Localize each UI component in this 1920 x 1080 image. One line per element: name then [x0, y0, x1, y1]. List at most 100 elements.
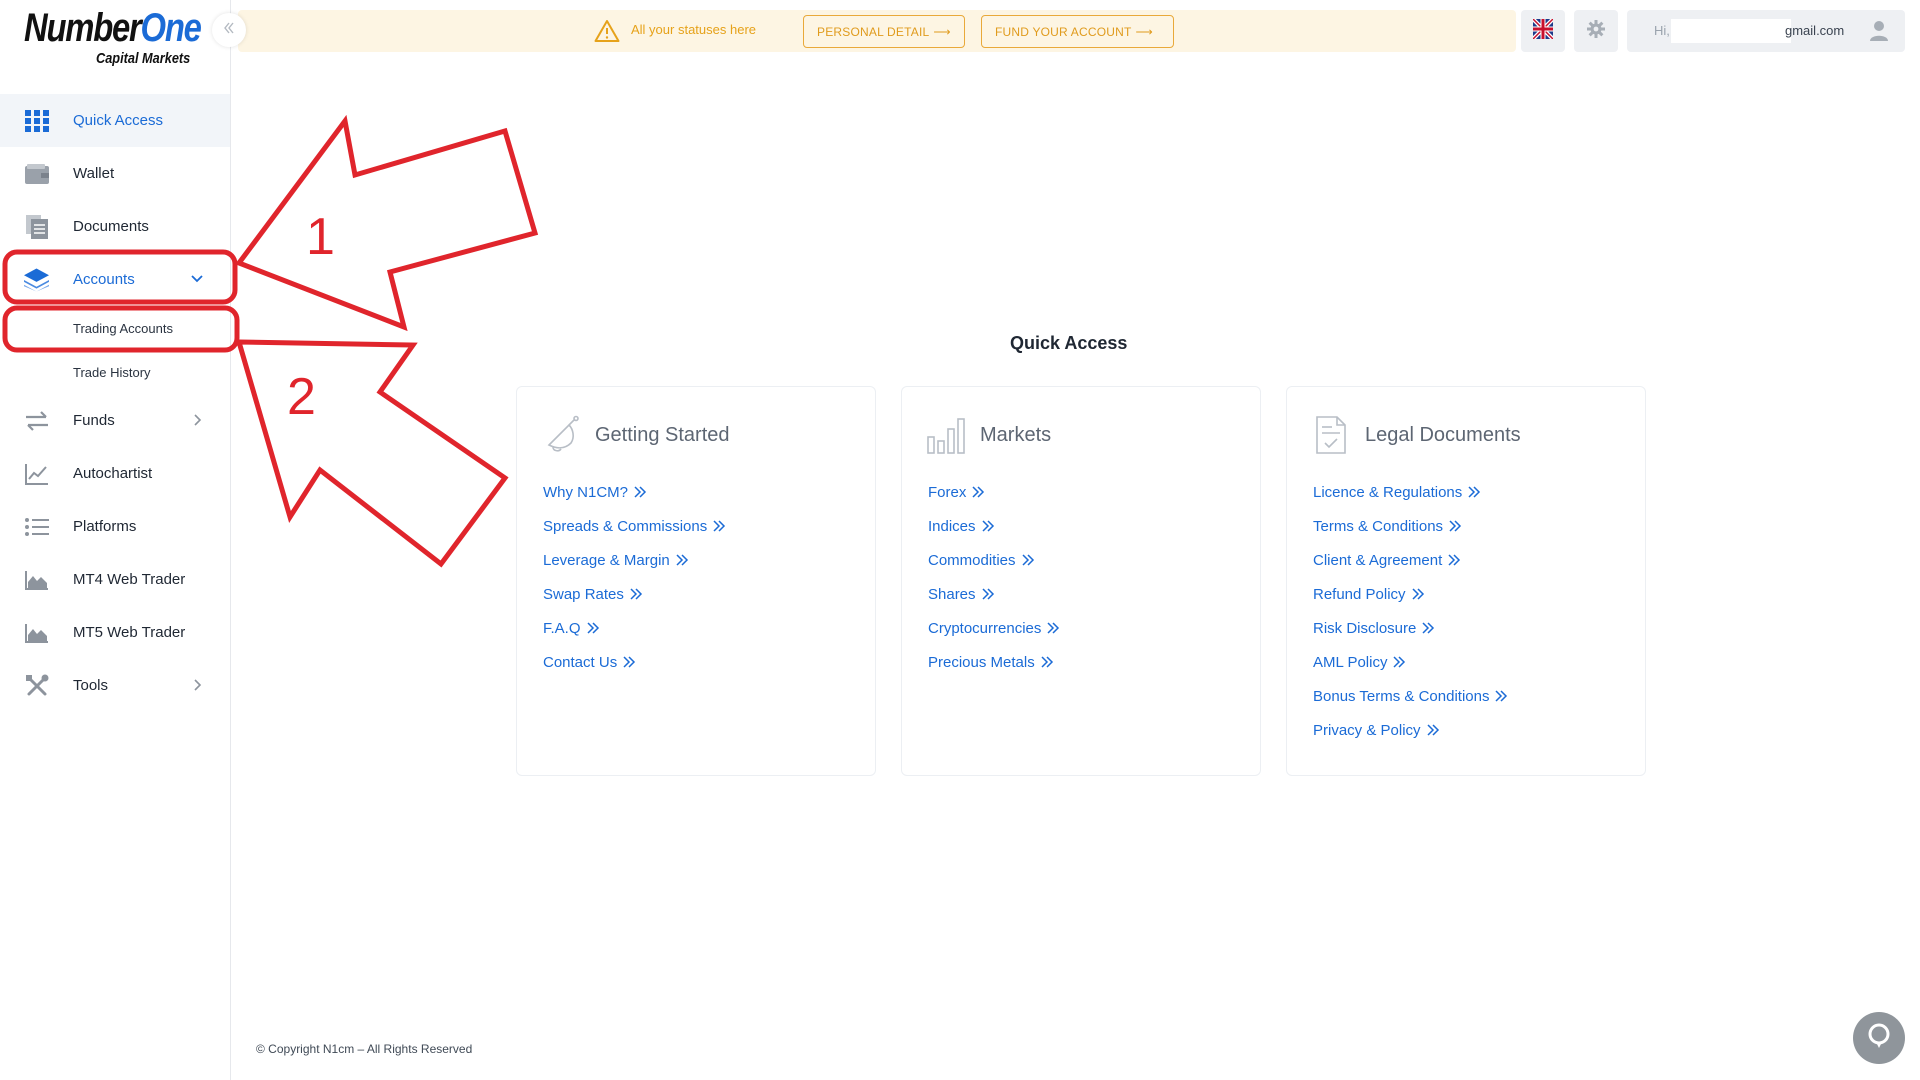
double-chevron-right-icon: [1426, 723, 1440, 737]
link-licence-regulations[interactable]: Licence & Regulations: [1313, 475, 1508, 509]
double-chevron-right-icon: [1494, 689, 1508, 703]
card-header: Getting Started: [541, 413, 730, 457]
link-terms-conditions[interactable]: Terms & Conditions: [1313, 509, 1508, 543]
link-privacy-policy[interactable]: Privacy & Policy: [1313, 713, 1508, 747]
sidebar-item-label: MT4 Web Trader: [73, 571, 186, 588]
link-spreads-commissions[interactable]: Spreads & Commissions: [543, 509, 726, 543]
chevron-right-icon: [190, 678, 204, 692]
sidebar-item-mt4-web-trader[interactable]: MT4 Web Trader: [0, 553, 230, 606]
gear-icon: [1587, 19, 1605, 43]
fund-account-button[interactable]: FUND YOUR ACCOUNT ⟶: [981, 15, 1174, 48]
sidebar-item-tools[interactable]: Tools: [0, 659, 230, 712]
sidebar-item-funds[interactable]: Funds: [0, 394, 230, 447]
link-faq[interactable]: F.A.Q: [543, 611, 726, 645]
sidebar-item-label: Tools: [73, 677, 109, 694]
chevron-right-icon: [190, 413, 204, 427]
area-chart-icon: [24, 567, 49, 592]
warning-icon: [594, 19, 620, 43]
logo-subtitle: Capital Markets: [96, 50, 191, 67]
chevron-down-icon: [190, 272, 204, 286]
card-title: Getting Started: [595, 423, 730, 446]
annotation-number-1: 1: [306, 208, 335, 266]
layers-icon: [24, 267, 49, 292]
double-chevron-right-icon: [981, 519, 995, 533]
arrow-2-shape: [235, 339, 509, 568]
link-refund-policy[interactable]: Refund Policy: [1313, 577, 1508, 611]
link-aml-policy[interactable]: AML Policy: [1313, 645, 1508, 679]
alert-text: All your statuses here: [631, 22, 757, 37]
sidebar-item-label: Autochartist: [73, 465, 153, 482]
link-cryptocurrencies[interactable]: Cryptocurrencies: [928, 611, 1060, 645]
link-bonus-terms[interactable]: Bonus Terms & Conditions: [1313, 679, 1508, 713]
chevrons-left-icon: [222, 21, 236, 40]
chart-line-icon: [24, 461, 49, 486]
double-chevron-right-icon: [1046, 621, 1060, 635]
link-indices[interactable]: Indices: [928, 509, 1060, 543]
double-chevron-right-icon: [1421, 621, 1435, 635]
footer-copyright: © Copyright N1cm – All Rights Reserved: [256, 1042, 473, 1056]
arrow-right-icon: ⟶: [1135, 24, 1153, 39]
sidebar-item-mt5-web-trader[interactable]: MT5 Web Trader: [0, 606, 230, 659]
link-shares[interactable]: Shares: [928, 577, 1060, 611]
double-chevron-right-icon: [971, 485, 985, 499]
page-title: Quick Access: [1010, 333, 1128, 353]
uk-flag-icon: [1531, 17, 1555, 44]
card-legal-documents: Legal Documents Licence & Regulations Te…: [1286, 386, 1646, 776]
link-swap-rates[interactable]: Swap Rates: [543, 577, 726, 611]
status-alert-bar: All your statuses here PERSONAL DETAIL ⟶ …: [238, 10, 1516, 52]
annotation-number-2: 2: [287, 368, 316, 426]
sidebar-item-label: MT5 Web Trader: [73, 624, 186, 641]
sidebar-item-wallet[interactable]: Wallet: [0, 147, 230, 200]
link-forex[interactable]: Forex: [928, 475, 1060, 509]
language-button[interactable]: [1521, 10, 1565, 52]
double-chevron-right-icon: [1411, 587, 1425, 601]
link-leverage-margin[interactable]: Leverage & Margin: [543, 543, 726, 577]
link-precious-metals[interactable]: Precious Metals: [928, 645, 1060, 679]
double-chevron-right-icon: [1021, 553, 1035, 567]
double-chevron-right-icon: [1392, 655, 1406, 669]
logo[interactable]: NumberOne Capital Markets: [24, 6, 202, 68]
link-client-agreement[interactable]: Client & Agreement: [1313, 543, 1508, 577]
chat-bubble-icon: [1866, 1022, 1892, 1055]
chat-button[interactable]: [1853, 1012, 1905, 1064]
link-contact-us[interactable]: Contact Us: [543, 645, 726, 679]
link-commodities[interactable]: Commodities: [928, 543, 1060, 577]
sidebar-collapse-button[interactable]: [212, 13, 246, 47]
logo-wordmark: NumberOne: [24, 6, 202, 50]
wallet-icon: [24, 161, 49, 186]
sidebar-item-label: Platforms: [73, 518, 137, 535]
settings-button[interactable]: [1574, 10, 1618, 52]
personal-detail-button[interactable]: PERSONAL DETAIL ⟶: [803, 15, 965, 48]
card-header: Legal Documents: [1311, 413, 1521, 457]
sidebar-subitem-trade-history[interactable]: Trade History: [0, 350, 230, 394]
user-menu[interactable]: Hi, gmail.com: [1627, 10, 1905, 52]
link-risk-disclosure[interactable]: Risk Disclosure: [1313, 611, 1508, 645]
sidebar-item-accounts[interactable]: Accounts: [0, 253, 230, 306]
card-header: Markets: [926, 413, 1051, 457]
user-greeting: Hi,: [1654, 23, 1670, 38]
card-title: Legal Documents: [1365, 423, 1521, 446]
transfer-icon: [24, 408, 49, 433]
sidebar-item-label: Documents: [73, 218, 149, 235]
card-links: Why N1CM? Spreads & Commissions Leverage…: [543, 475, 726, 679]
sidebar-item-label: Accounts: [73, 271, 135, 288]
sidebar-item-platforms[interactable]: Platforms: [0, 500, 230, 553]
sidebar-item-documents[interactable]: Documents: [0, 200, 230, 253]
area-chart-icon: [24, 620, 49, 645]
sidebar-item-label: Funds: [73, 412, 115, 429]
sidebar-item-autochartist[interactable]: Autochartist: [0, 447, 230, 500]
grid-icon: [24, 108, 49, 133]
double-chevron-right-icon: [1448, 519, 1462, 533]
link-why-n1cm[interactable]: Why N1CM?: [543, 475, 726, 509]
page: NumberOne Capital Markets Quick Access W…: [0, 0, 1920, 1080]
redacted-region: [1671, 19, 1791, 43]
arrow-right-icon: ⟶: [933, 24, 951, 39]
double-chevron-right-icon: [586, 621, 600, 635]
double-chevron-right-icon: [675, 553, 689, 567]
sidebar-subitem-trading-accounts[interactable]: Trading Accounts: [0, 306, 230, 350]
double-chevron-right-icon: [633, 485, 647, 499]
sidebar-item-quick-access[interactable]: Quick Access: [0, 94, 230, 147]
double-chevron-right-icon: [1447, 553, 1461, 567]
double-chevron-right-icon: [1467, 485, 1481, 499]
card-links: Licence & Regulations Terms & Conditions…: [1313, 475, 1508, 747]
